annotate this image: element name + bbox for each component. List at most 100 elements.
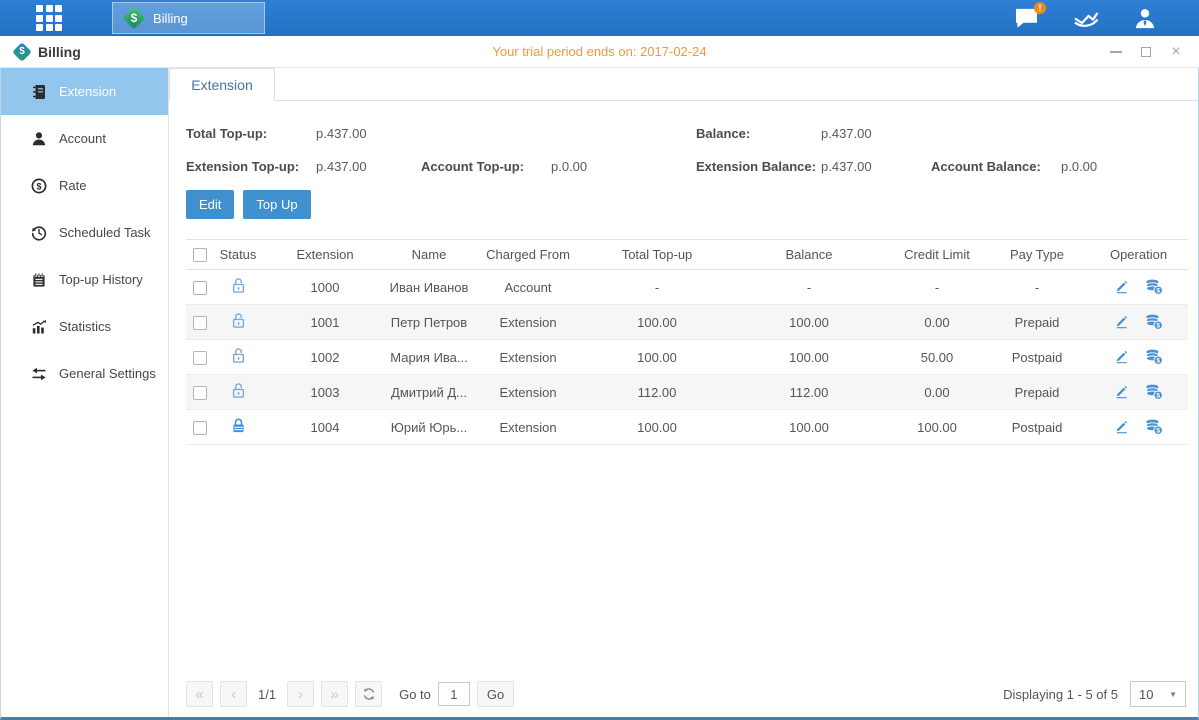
edit-extension-icon[interactable]	[1114, 384, 1129, 400]
credit-limit-cell: 0.00	[889, 305, 985, 340]
pay-type-cell: Prepaid	[985, 305, 1089, 340]
extension-cell: 1000	[263, 270, 387, 305]
total-topup-cell: 100.00	[585, 305, 729, 340]
transfer-arrows-icon	[31, 366, 47, 382]
sidebar-item-label: Top-up History	[59, 272, 143, 287]
account-balance-value: p.0.00	[1061, 159, 1186, 174]
app-launcher-icon[interactable]	[36, 5, 70, 31]
sidebar-item-scheduled-task[interactable]: Scheduled Task	[1, 209, 168, 256]
next-page-button[interactable]: ›	[287, 681, 314, 707]
sidebar-item-extension[interactable]: Extension	[1, 68, 168, 115]
pay-type-cell: Postpaid	[985, 410, 1089, 445]
credit-limit-cell: 0.00	[889, 375, 985, 410]
edit-extension-icon[interactable]	[1114, 314, 1129, 330]
row-checkbox[interactable]	[193, 421, 207, 435]
taskbar-billing-tab[interactable]: $ Billing	[112, 2, 265, 34]
name-cell: Петр Петров	[387, 305, 471, 340]
operation-cell: $	[1089, 340, 1188, 375]
edit-button[interactable]: Edit	[186, 190, 234, 219]
col-charged-from: Charged From	[471, 240, 585, 270]
col-name: Name	[387, 240, 471, 270]
balance-cell: -	[729, 270, 889, 305]
person-icon	[31, 131, 47, 147]
locked-icon	[230, 417, 247, 434]
tab-strip: Extension	[169, 68, 1198, 101]
page-indicator: 1/1	[254, 687, 280, 702]
balance-cell: 100.00	[729, 305, 889, 340]
balance-cell: 112.00	[729, 375, 889, 410]
pay-type-cell: Prepaid	[985, 375, 1089, 410]
col-total-topup: Total Top-up	[585, 240, 729, 270]
sidebar-item-topup-history[interactable]: Top-up History	[1, 256, 168, 303]
topup-extension-icon[interactable]: $	[1145, 349, 1163, 365]
displaying-text: Displaying 1 - 5 of 5	[1003, 687, 1118, 702]
name-cell: Иван Иванов	[387, 270, 471, 305]
goto-page-input[interactable]	[438, 682, 470, 706]
extension-topup-value: p.437.00	[316, 159, 421, 174]
unlocked-icon	[230, 312, 247, 329]
goto-label: Go to	[399, 687, 431, 702]
user-account-icon[interactable]	[1133, 7, 1157, 30]
col-pay-type: Pay Type	[985, 240, 1089, 270]
topup-extension-icon[interactable]: $	[1145, 314, 1163, 330]
maximize-button[interactable]	[1139, 45, 1153, 59]
topup-extension-icon[interactable]: $	[1145, 384, 1163, 400]
summary-panel: Total Top-up: p.437.00 Balance: p.437.00…	[169, 101, 1198, 174]
notification-badge: !	[1034, 2, 1046, 14]
account-topup-label: Account Top-up:	[421, 159, 551, 174]
balance-label: Balance:	[696, 126, 821, 141]
status-cell	[213, 340, 263, 375]
row-checkbox[interactable]	[193, 281, 207, 295]
row-checkbox[interactable]	[193, 386, 207, 400]
edit-extension-icon[interactable]	[1114, 279, 1129, 295]
table-row: 1003Дмитрий Д...Extension112.00112.000.0…	[186, 375, 1188, 410]
pay-type-cell: Postpaid	[985, 340, 1089, 375]
select-all-checkbox[interactable]	[193, 248, 207, 262]
page-size-value: 10	[1139, 687, 1153, 702]
prev-page-button[interactable]: ‹	[220, 681, 247, 707]
svg-text:$: $	[1156, 427, 1160, 434]
main-content: Extension Total Top-up: p.437.00 Balance…	[169, 68, 1198, 717]
sidebar-item-account[interactable]: Account	[1, 115, 168, 162]
refresh-button[interactable]	[355, 681, 382, 707]
status-cell	[213, 305, 263, 340]
extension-table: Status Extension Name Charged From Total…	[186, 239, 1188, 445]
row-checkbox[interactable]	[193, 351, 207, 365]
balance-cell: 100.00	[729, 340, 889, 375]
first-page-button[interactable]: «	[186, 681, 213, 707]
tab-extension[interactable]: Extension	[169, 68, 275, 101]
status-cell	[213, 270, 263, 305]
sidebar-item-statistics[interactable]: Statistics	[1, 303, 168, 350]
sidebar-item-general-settings[interactable]: General Settings	[1, 350, 168, 397]
total-topup-cell: -	[585, 270, 729, 305]
table-row: 1000Иван ИвановAccount----$	[186, 270, 1188, 305]
clock-history-icon	[31, 225, 47, 241]
resource-monitor-icon[interactable]	[1073, 8, 1099, 29]
credit-limit-cell: -	[889, 270, 985, 305]
notifications-icon[interactable]: !	[1014, 7, 1039, 29]
table-row: 1001Петр ПетровExtension100.00100.000.00…	[186, 305, 1188, 340]
table-header-row: Status Extension Name Charged From Total…	[186, 240, 1188, 270]
row-checkbox[interactable]	[193, 316, 207, 330]
minimize-button[interactable]	[1109, 45, 1123, 59]
operation-cell: $	[1089, 410, 1188, 445]
edit-extension-icon[interactable]	[1114, 349, 1129, 365]
edit-extension-icon[interactable]	[1114, 419, 1129, 435]
sidebar-item-label: Statistics	[59, 319, 111, 334]
close-button[interactable]: ×	[1169, 45, 1183, 59]
name-cell: Дмитрий Д...	[387, 375, 471, 410]
sidebar-item-rate[interactable]: $ Rate	[1, 162, 168, 209]
balance-cell: 100.00	[729, 410, 889, 445]
notepad-icon	[31, 272, 47, 288]
sidebar-item-label: Account	[59, 131, 106, 146]
topup-extension-icon[interactable]: $	[1145, 419, 1163, 435]
go-button[interactable]: Go	[477, 681, 514, 707]
last-page-button[interactable]: »	[321, 681, 348, 707]
sidebar-item-label: Scheduled Task	[59, 225, 151, 240]
balance-value: p.437.00	[821, 126, 931, 141]
extension-balance-value: p.437.00	[821, 159, 931, 174]
page-size-select[interactable]: 10 ▼	[1130, 681, 1186, 707]
topup-extension-icon[interactable]: $	[1145, 279, 1163, 295]
account-balance-label: Account Balance:	[931, 159, 1061, 174]
top-up-button[interactable]: Top Up	[243, 190, 310, 219]
